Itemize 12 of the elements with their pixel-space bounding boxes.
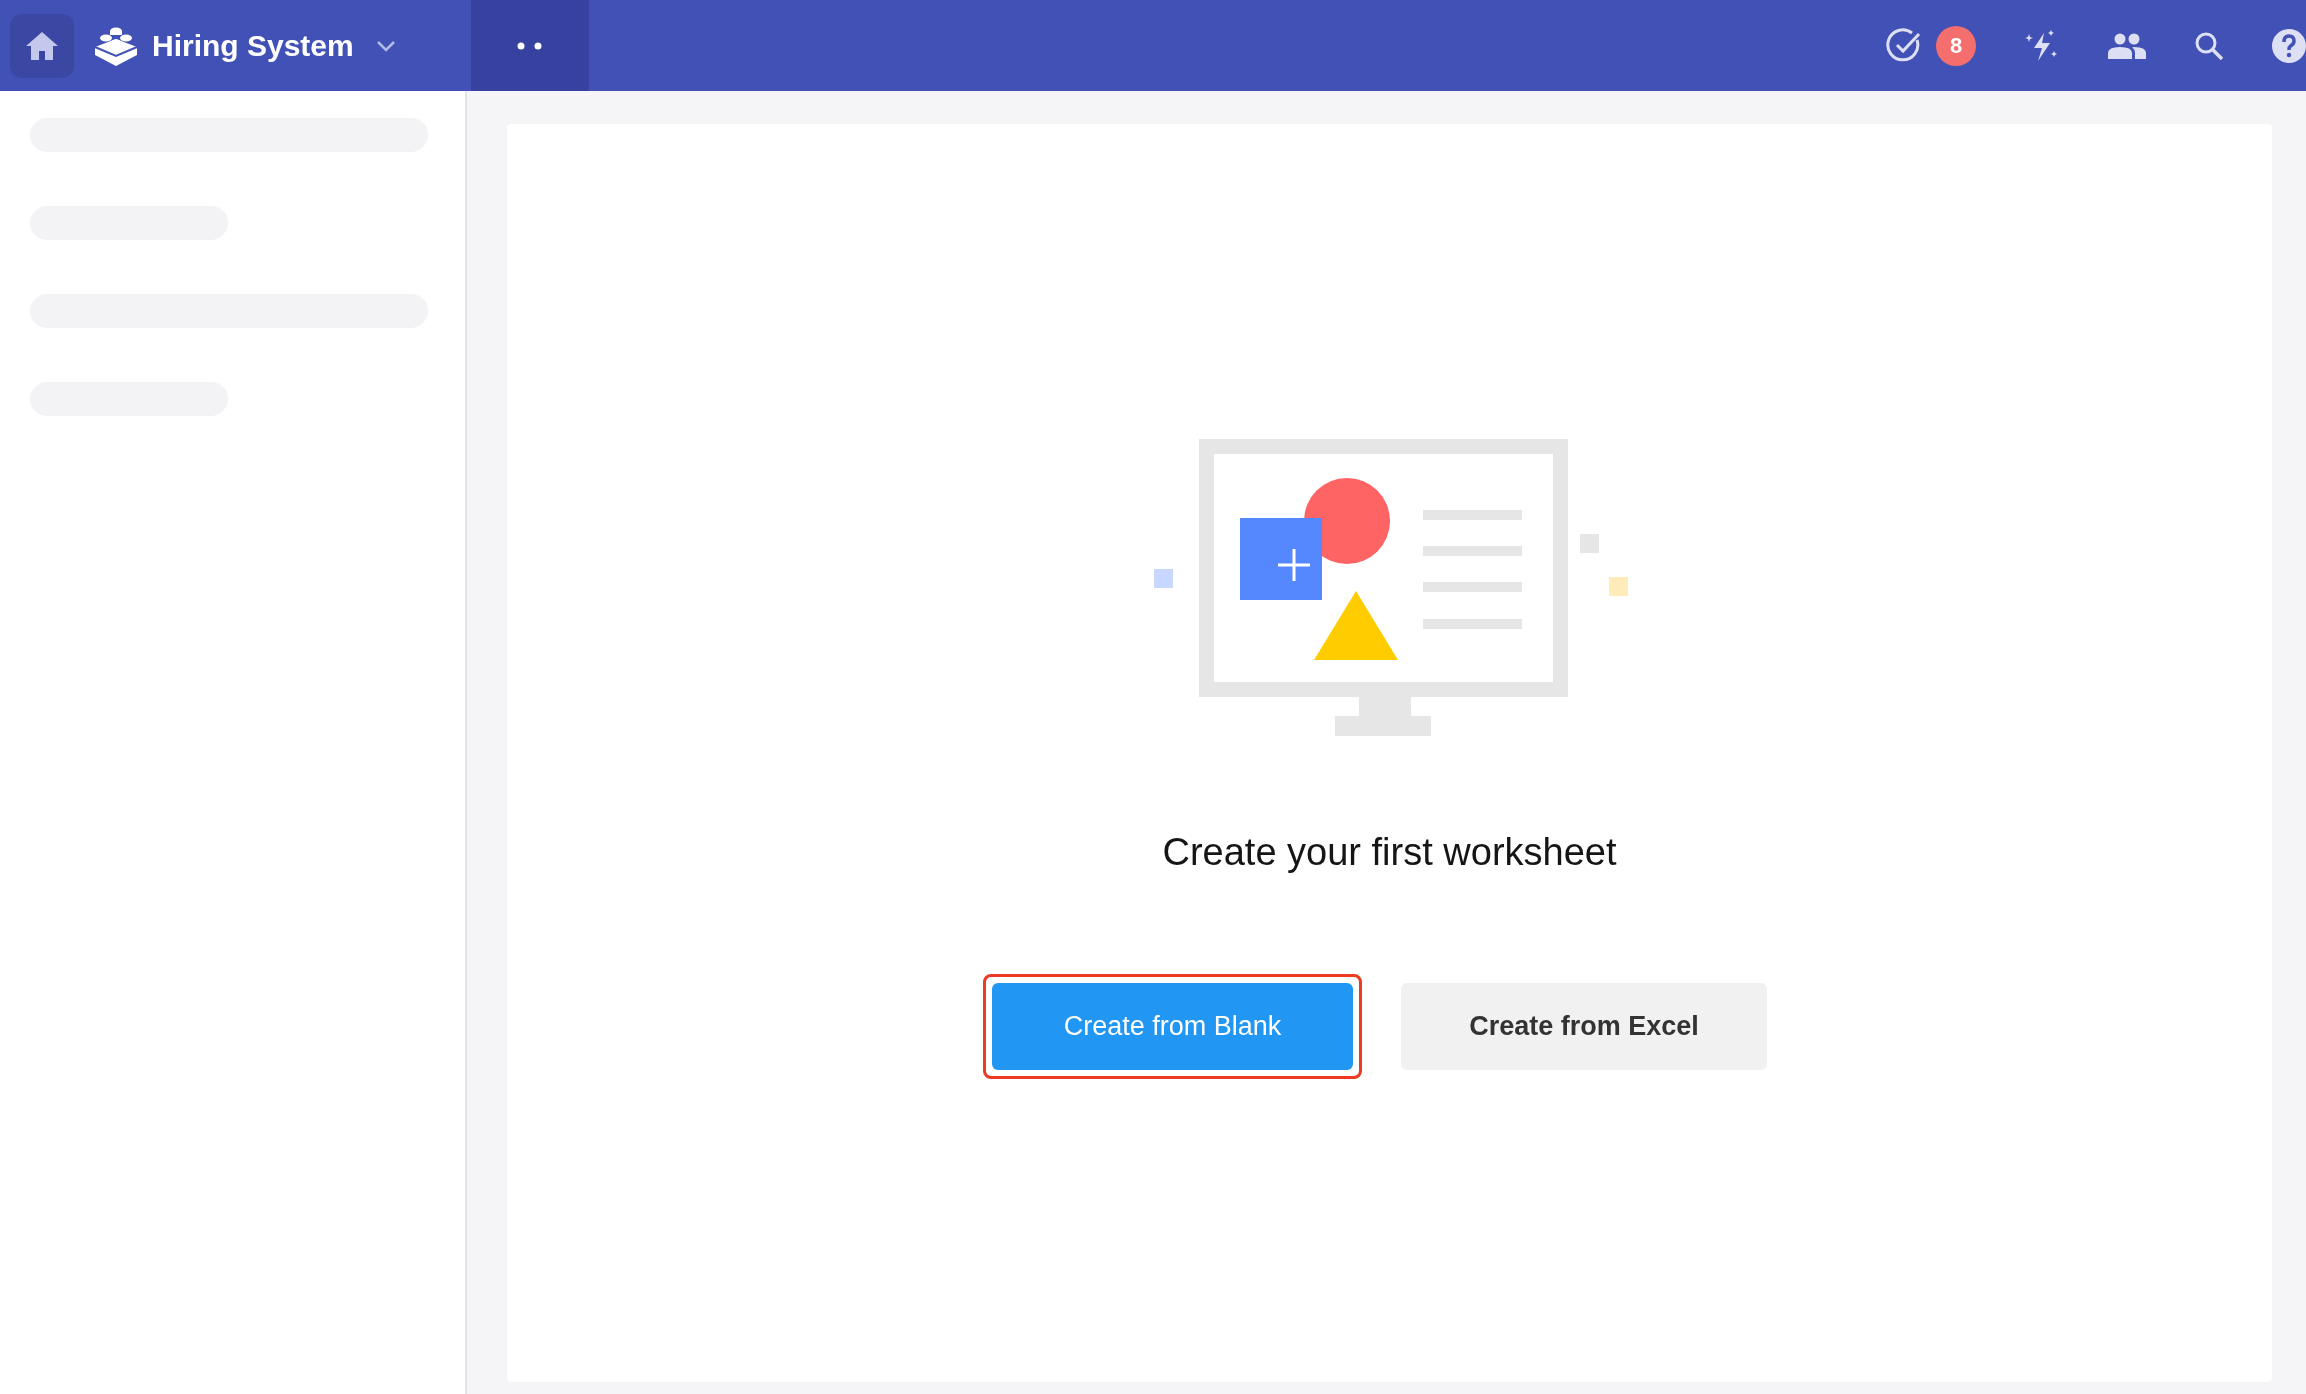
chevron-down-icon[interactable] xyxy=(375,39,396,52)
empty-state-message: Create your first worksheet xyxy=(1162,831,1617,874)
search-icon[interactable] xyxy=(2194,30,2224,61)
dots-icon xyxy=(516,41,543,50)
create-button[interactable]: Create from Excel xyxy=(1401,983,1767,1070)
help-icon[interactable] xyxy=(2272,28,2306,63)
check-circle-icon[interactable] xyxy=(1886,27,1922,64)
people-icon[interactable] xyxy=(2108,32,2146,59)
notification-badge: 8 xyxy=(1936,25,1976,66)
home-button[interactable] xyxy=(10,13,74,78)
app-title[interactable]: Hiring System xyxy=(152,28,354,63)
home-icon xyxy=(25,30,59,61)
